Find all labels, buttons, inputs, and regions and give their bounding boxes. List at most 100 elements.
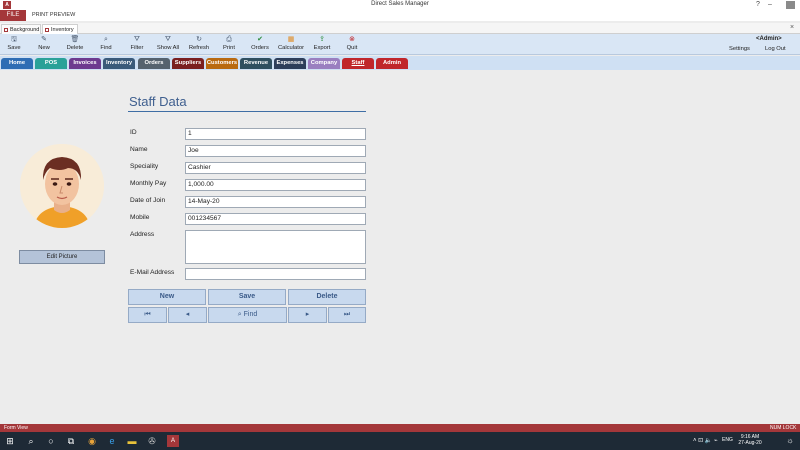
edit-picture-button[interactable]: Edit Picture <box>19 250 105 264</box>
form-body <box>0 70 800 417</box>
find-label: Find <box>243 311 258 318</box>
nav-tab-customers[interactable]: Customers <box>206 58 238 69</box>
person-avatar-icon <box>20 144 104 228</box>
email-field[interactable] <box>185 268 366 280</box>
ribbon-tabs <box>0 10 800 21</box>
find-record-button[interactable]: ⌕ Find <box>208 307 287 323</box>
notifications-icon[interactable]: ☼ <box>784 435 796 447</box>
print-button[interactable]: ⎙ Print <box>215 36 243 51</box>
new-button[interactable]: ✎ New <box>30 36 58 51</box>
cortana-icon[interactable]: ○ <box>45 435 57 447</box>
address-label: Address <box>130 231 155 238</box>
chrome-icon[interactable]: ◉ <box>86 435 98 447</box>
staff-photo <box>20 144 104 228</box>
address-field[interactable] <box>185 230 366 264</box>
quit-icon: ⊗ <box>349 36 355 43</box>
new-record-button[interactable]: New <box>128 289 206 305</box>
show-all-icon: ⛛ <box>165 36 171 43</box>
close-document-icon[interactable]: × <box>790 24 794 31</box>
find-icon: ⌕ <box>104 36 108 43</box>
delete-icon: 🗑 <box>70 36 80 43</box>
nav-tab-staff[interactable]: Staff <box>342 58 374 69</box>
file-explorer-icon[interactable]: ▬ <box>126 435 138 447</box>
toolbar-label: Print <box>223 45 235 51</box>
app-icon[interactable]: ✇ <box>146 435 158 447</box>
nav-tab-admin[interactable]: Admin <box>376 58 408 69</box>
nav-tab-home[interactable]: Home <box>1 58 33 69</box>
quit-button[interactable]: ⊗ Quit <box>338 36 366 51</box>
nav-tab-pos[interactable]: POS <box>35 58 67 69</box>
nav-tab-invoices[interactable]: Invoices <box>69 58 101 69</box>
language-indicator[interactable]: ENG <box>722 437 733 443</box>
delete-record-button[interactable]: Delete <box>288 289 366 305</box>
nav-tab-expenses[interactable]: Expenses <box>274 58 306 69</box>
date-of-join-label: Date of Join <box>130 197 166 204</box>
toolbar-label: New <box>38 45 50 51</box>
doc-tab-background[interactable]: Background <box>1 24 41 34</box>
account-avatar[interactable] <box>786 1 795 9</box>
system-tray-icons[interactable]: ˄ ⊡ 🔈 ⌁ <box>693 437 718 444</box>
refresh-icon: ↻ <box>196 36 202 43</box>
find-button[interactable]: ⌕ Find <box>92 36 120 51</box>
edge-icon[interactable]: e <box>106 435 118 447</box>
show-all-button[interactable]: ⛛ Show All <box>154 36 182 51</box>
print-preview-tab[interactable]: PRINT PREVIEW <box>32 12 75 18</box>
nav-tab-orders[interactable]: Orders <box>138 58 170 69</box>
id-field[interactable]: 1 <box>185 128 366 140</box>
file-tab[interactable]: FILE <box>0 10 26 21</box>
refresh-button[interactable]: ↻ Refresh <box>185 36 213 51</box>
form-icon <box>45 28 49 32</box>
window-title: Direct Sales Manager <box>371 1 429 7</box>
toolbar-label: Save <box>7 45 21 51</box>
view-status: Form View <box>4 425 28 431</box>
calculator-button[interactable]: ▦ Calculator <box>277 36 305 51</box>
next-record-icon[interactable]: ▸ <box>288 307 327 323</box>
search-icon[interactable]: ⌕ <box>25 435 37 447</box>
monthly-pay-field[interactable]: 1,000.00 <box>185 179 366 191</box>
nav-tab-suppliers[interactable]: Suppliers <box>172 58 204 69</box>
date-of-join-field[interactable]: 14-May-20 <box>185 196 366 208</box>
export-icon: ⇪ <box>319 36 325 43</box>
doc-tab-label: Background <box>10 27 40 33</box>
first-record-icon[interactable]: ⏮ <box>128 307 167 323</box>
help-button[interactable]: ? <box>752 0 764 10</box>
windows-start-icon[interactable]: ⊞ <box>4 435 16 447</box>
filter-button[interactable]: ⛛ Filter <box>123 36 151 51</box>
status-bar <box>0 424 800 432</box>
form-title: Staff Data <box>129 94 187 109</box>
speciality-field[interactable]: Cashier <box>185 162 366 174</box>
new-icon: ✎ <box>41 36 47 43</box>
log-out-button[interactable]: Log Out <box>765 46 786 52</box>
toolbar-label: Delete <box>66 45 84 51</box>
export-button[interactable]: ⇪ Export <box>308 36 336 51</box>
last-record-icon[interactable]: ⏭ <box>328 307 366 323</box>
nav-tab-revenue[interactable]: Revenue <box>240 58 272 69</box>
email-label: E-Mail Address <box>130 269 175 276</box>
filter-icon: ⛛ <box>134 36 140 43</box>
delete-button[interactable]: 🗑 Delete <box>61 36 89 51</box>
minimize-button[interactable]: – <box>764 0 776 10</box>
calculator-icon: ▦ <box>287 36 295 43</box>
doc-tab-inventory[interactable]: Inventory <box>42 24 78 34</box>
toolbar-label: Filter <box>130 45 144 51</box>
toolbar-label: Orders <box>251 45 269 51</box>
clock[interactable]: 9:16 AM 27-Aug-20 <box>735 434 765 446</box>
id-label: ID <box>130 129 137 136</box>
task-view-icon[interactable]: ⧉ <box>65 435 77 447</box>
settings-button[interactable]: Settings <box>729 46 750 52</box>
save-record-button[interactable]: Save <box>208 289 286 305</box>
document-tabs <box>0 23 800 34</box>
previous-record-icon[interactable]: ◂ <box>168 307 207 323</box>
mobile-field[interactable]: 001234567 <box>185 213 366 225</box>
search-icon: ⌕ <box>237 311 242 318</box>
access-taskbar-icon[interactable]: A <box>167 435 179 447</box>
orders-button[interactable]: ✔ Orders <box>246 36 274 51</box>
name-field[interactable]: Joe <box>185 145 366 157</box>
nav-tab-company[interactable]: Company <box>308 58 340 69</box>
orders-icon: ✔ <box>257 36 263 43</box>
toolbar-label: Refresh <box>188 45 210 51</box>
access-app-icon[interactable]: A <box>3 1 11 9</box>
save-button[interactable]: 🖫 Save <box>0 36 28 51</box>
nav-tab-inventory[interactable]: Inventory <box>103 58 135 69</box>
toolbar-label: Find <box>100 45 112 51</box>
